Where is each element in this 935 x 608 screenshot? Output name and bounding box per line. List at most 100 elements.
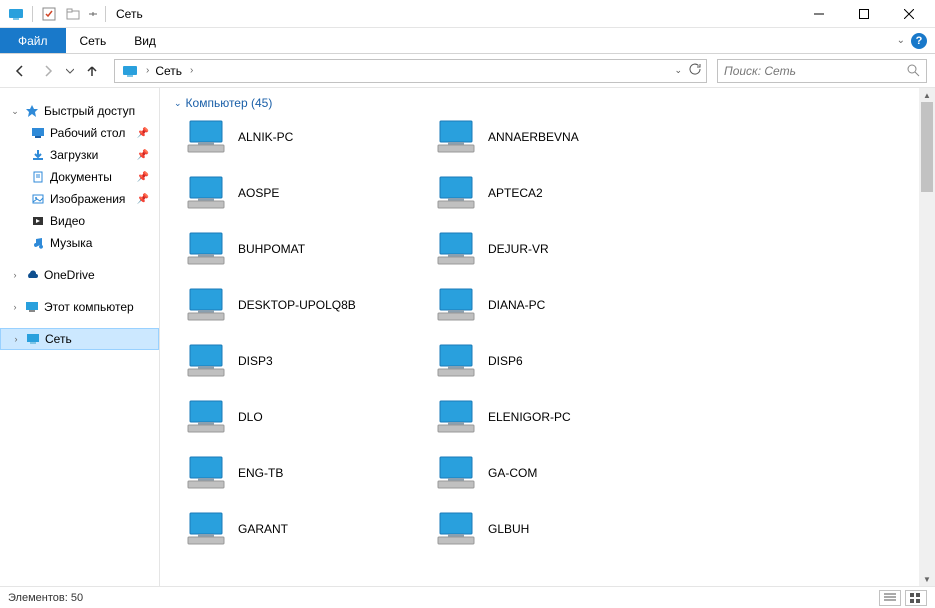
status-count: 50 bbox=[71, 592, 83, 604]
chevron-right-icon[interactable]: › bbox=[146, 65, 149, 76]
scroll-up-icon[interactable]: ▲ bbox=[919, 88, 935, 102]
computer-item[interactable]: DEJUR-VR bbox=[424, 228, 674, 270]
computer-item[interactable]: DISP6 bbox=[424, 340, 674, 382]
chevron-right-icon[interactable]: › bbox=[10, 270, 20, 280]
tab-network[interactable]: Сеть bbox=[66, 28, 121, 53]
scroll-thumb[interactable] bbox=[921, 102, 933, 192]
computer-item[interactable]: GARANT bbox=[174, 508, 424, 550]
up-button[interactable] bbox=[80, 59, 104, 83]
computer-icon bbox=[434, 343, 478, 379]
computer-icon bbox=[434, 399, 478, 435]
status-bar: Элементов: 50 bbox=[0, 586, 935, 608]
tab-view[interactable]: Вид bbox=[120, 28, 170, 53]
sidebar-item-pictures[interactable]: Изображения 📌 bbox=[0, 188, 159, 210]
computer-item[interactable]: ALNIK-PC bbox=[174, 116, 424, 158]
computer-item[interactable]: ELENIGOR-PC bbox=[424, 396, 674, 438]
computer-item[interactable]: GA-COM bbox=[424, 452, 674, 494]
sidebar-item-desktop[interactable]: Рабочий стол 📌 bbox=[0, 122, 159, 144]
nav-row: › Сеть › ⌄ Поиск: Сеть bbox=[0, 54, 935, 88]
downloads-icon bbox=[30, 147, 46, 163]
chevron-right-icon[interactable]: › bbox=[11, 334, 21, 344]
back-button[interactable] bbox=[8, 59, 32, 83]
group-count: 45 bbox=[255, 96, 268, 110]
sidebar-item-onedrive[interactable]: › OneDrive bbox=[0, 264, 159, 286]
computer-label: APTECA2 bbox=[488, 186, 543, 200]
refresh-icon[interactable] bbox=[688, 62, 702, 79]
computer-label: DEJUR-VR bbox=[488, 242, 549, 256]
qat-newfolder-icon[interactable] bbox=[64, 5, 82, 23]
address-root-icon[interactable]: › bbox=[119, 63, 152, 79]
computer-item[interactable]: DISP3 bbox=[174, 340, 424, 382]
scroll-down-icon[interactable]: ▼ bbox=[919, 572, 935, 586]
group-header[interactable]: ⌄ Компьютер (45) bbox=[174, 96, 919, 110]
computer-icon bbox=[434, 175, 478, 211]
computer-item[interactable]: ANNAERBEVNA bbox=[424, 116, 674, 158]
sidebar-item-downloads[interactable]: Загрузки 📌 bbox=[0, 144, 159, 166]
sidebar-item-label: Быстрый доступ bbox=[44, 104, 135, 118]
computer-item[interactable]: BUHPOMAT bbox=[174, 228, 424, 270]
computer-icon bbox=[434, 511, 478, 547]
tab-file[interactable]: Файл bbox=[0, 28, 66, 53]
computer-label: GARANT bbox=[238, 522, 288, 536]
computer-icon bbox=[24, 299, 40, 315]
cloud-icon bbox=[24, 267, 40, 283]
qat-properties-icon[interactable] bbox=[40, 5, 58, 23]
close-button[interactable] bbox=[886, 0, 931, 28]
ribbon-expand-icon[interactable]: ⌄ bbox=[897, 35, 905, 46]
group-count-open: ( bbox=[248, 96, 255, 110]
minimize-button[interactable] bbox=[796, 0, 841, 28]
search-input[interactable]: Поиск: Сеть bbox=[717, 59, 927, 83]
computer-label: AOSPE bbox=[238, 186, 279, 200]
sidebar-item-documents[interactable]: Документы 📌 bbox=[0, 166, 159, 188]
computer-item[interactable]: DLO bbox=[174, 396, 424, 438]
computer-item[interactable]: GLBUH bbox=[424, 508, 674, 550]
computer-item[interactable]: DIANA-PC bbox=[424, 284, 674, 326]
sidebar-item-network[interactable]: › Сеть bbox=[0, 328, 159, 350]
address-segment[interactable]: Сеть › bbox=[152, 64, 196, 78]
computer-item[interactable]: APTECA2 bbox=[424, 172, 674, 214]
computer-label: GA-COM bbox=[488, 466, 537, 480]
vertical-scrollbar[interactable]: ▲ ▼ bbox=[919, 88, 935, 586]
search-icon bbox=[907, 64, 920, 77]
largeicons-view-button[interactable] bbox=[905, 590, 927, 606]
computer-icon bbox=[184, 287, 228, 323]
chevron-right-icon[interactable]: › bbox=[190, 65, 193, 76]
sidebar-item-label: Документы bbox=[50, 170, 112, 184]
sidebar-item-label: OneDrive bbox=[44, 268, 95, 282]
computer-label: DISP3 bbox=[238, 354, 273, 368]
address-dropdown-icon[interactable]: ⌄ bbox=[674, 65, 682, 76]
music-icon bbox=[30, 235, 46, 251]
sidebar-item-videos[interactable]: Видео bbox=[0, 210, 159, 232]
videos-icon bbox=[30, 213, 46, 229]
details-view-button[interactable] bbox=[879, 590, 901, 606]
pin-icon: 📌 bbox=[137, 150, 149, 161]
computer-item[interactable]: ENG-TB bbox=[174, 452, 424, 494]
computer-item[interactable]: AOSPE bbox=[174, 172, 424, 214]
recent-locations-button[interactable] bbox=[64, 59, 76, 83]
computer-icon bbox=[434, 119, 478, 155]
sidebar-item-thispc[interactable]: › Этот компьютер bbox=[0, 296, 159, 318]
chevron-down-icon[interactable]: ⌄ bbox=[10, 106, 20, 117]
computer-label: DESKTOP-UPOLQ8B bbox=[238, 298, 356, 312]
computer-icon bbox=[184, 175, 228, 211]
qat-dropdown-icon[interactable] bbox=[88, 5, 98, 23]
computer-item[interactable]: DESKTOP-UPOLQ8B bbox=[174, 284, 424, 326]
pin-icon: 📌 bbox=[137, 128, 149, 139]
forward-button[interactable] bbox=[36, 59, 60, 83]
window-title: Сеть bbox=[116, 7, 143, 21]
address-bar[interactable]: › Сеть › ⌄ bbox=[114, 59, 707, 83]
chevron-right-icon[interactable]: › bbox=[10, 302, 20, 312]
title-bar: Сеть bbox=[0, 0, 935, 28]
qat-separator bbox=[32, 6, 33, 22]
help-icon[interactable]: ? bbox=[911, 33, 927, 49]
sidebar-item-label: Этот компьютер bbox=[44, 300, 134, 314]
sidebar-item-music[interactable]: Музыка bbox=[0, 232, 159, 254]
computer-icon bbox=[184, 455, 228, 491]
sidebar-item-quickaccess[interactable]: ⌄ Быстрый доступ bbox=[0, 100, 159, 122]
group-count-close: ) bbox=[268, 96, 272, 110]
maximize-button[interactable] bbox=[841, 0, 886, 28]
qat-separator bbox=[105, 6, 106, 22]
navigation-tree: ⌄ Быстрый доступ Рабочий стол 📌 Загрузки… bbox=[0, 88, 160, 586]
search-placeholder: Поиск: Сеть bbox=[724, 64, 907, 78]
chevron-down-icon[interactable]: ⌄ bbox=[174, 98, 182, 109]
